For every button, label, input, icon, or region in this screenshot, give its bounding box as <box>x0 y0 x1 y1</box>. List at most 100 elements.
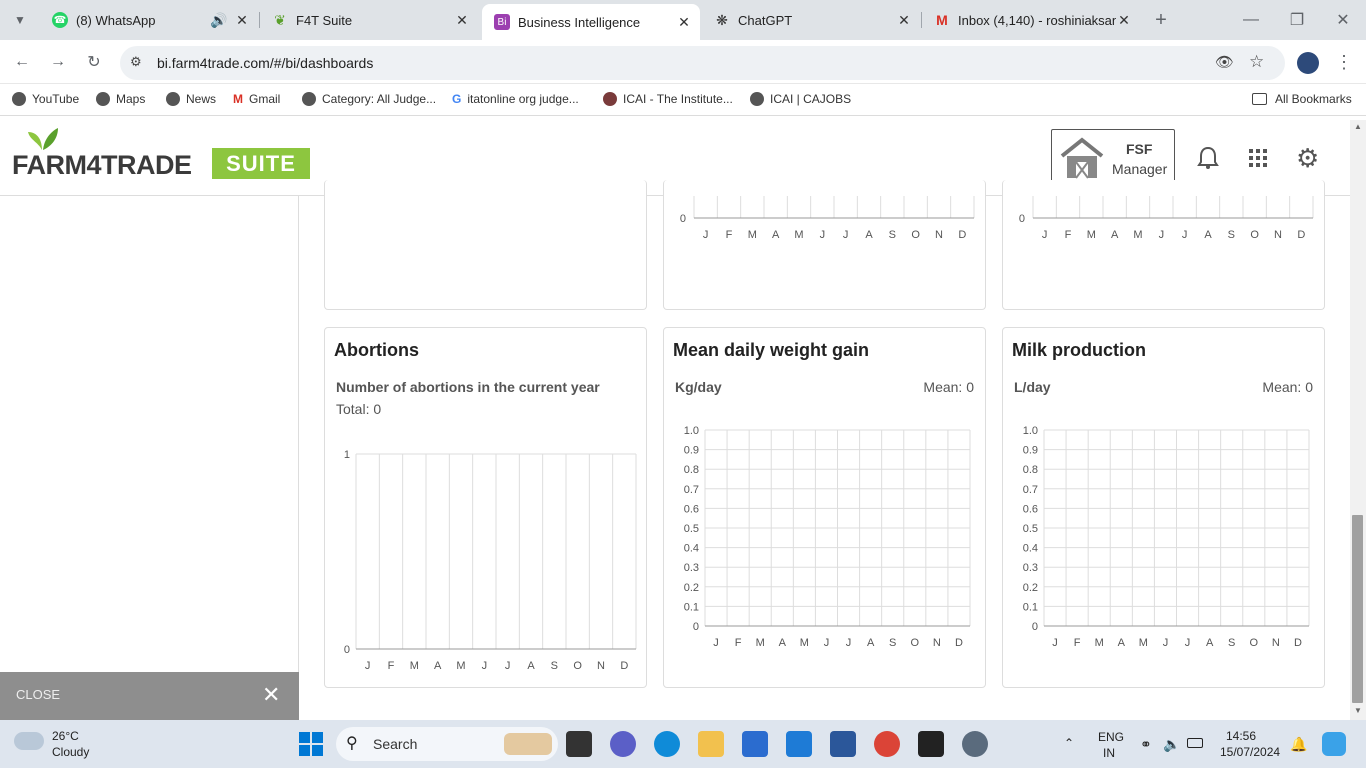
bell-icon[interactable] <box>1197 146 1219 170</box>
eye-off-icon[interactable]: 👁 <box>1215 53 1234 71</box>
x-tick-label: F <box>388 660 395 672</box>
terminal-icon[interactable] <box>918 731 944 757</box>
x-tick-label: J <box>1052 637 1058 649</box>
close-bar[interactable]: CLOSE ✕ <box>0 672 299 720</box>
y-tick-label: 0 <box>680 213 686 225</box>
star-icon[interactable]: ☆ <box>1249 52 1264 72</box>
tab-search-button[interactable]: ▼ <box>8 8 32 32</box>
mute-icon[interactable]: 🔊 <box>210 12 227 29</box>
x-tick-label: F <box>1074 637 1081 649</box>
y-tick-label: 1.0 <box>684 425 699 437</box>
user-farm-selector[interactable]: FSF Manager <box>1051 129 1175 187</box>
taskbar-search[interactable]: ⚲ Search <box>336 727 558 761</box>
close-tab-icon[interactable]: ✕ <box>454 12 470 29</box>
abortions-title: Abortions <box>334 340 419 360</box>
bookmark-youtube[interactable]: YouTube <box>12 92 79 106</box>
scrollbar-thumb[interactable] <box>1352 515 1363 703</box>
globe-icon <box>96 92 110 106</box>
copilot-icon[interactable] <box>1322 732 1346 756</box>
y-tick-label: 0 <box>693 621 699 633</box>
partial-chart-2: 0 J F M A M J J A S O N D <box>680 196 975 241</box>
bookmark-gmail[interactable]: M Gmail <box>233 92 280 106</box>
folder-icon <box>1252 93 1267 105</box>
tab-f4t-suite[interactable]: ❦ F4T Suite ✕ <box>260 4 478 36</box>
tab-chatgpt[interactable]: ❋ ChatGPT ✕ <box>702 4 920 36</box>
store-icon[interactable] <box>742 731 768 757</box>
x-tick-label: J <box>1185 637 1191 649</box>
tray-chevron-icon[interactable]: ⌃ <box>1064 736 1074 750</box>
bookmark-news[interactable]: News <box>166 92 216 106</box>
close-tab-icon[interactable]: ✕ <box>234 12 250 29</box>
edge-icon[interactable] <box>654 731 680 757</box>
mail-icon[interactable] <box>786 731 812 757</box>
close-tab-icon[interactable]: ✕ <box>896 12 912 29</box>
bookmark-itatonline[interactable]: Gitatonline org judge... <box>452 92 579 106</box>
bookmarks-bar: YouTube Maps News M Gmail Category: All J… <box>0 84 1366 116</box>
word-icon[interactable] <box>830 731 856 757</box>
x-tick-label: A <box>1118 637 1126 649</box>
y-tick-label: 0.9 <box>1023 445 1038 457</box>
apps-grid-icon[interactable] <box>1249 149 1267 167</box>
window-close-button[interactable]: ✕ <box>1331 8 1355 32</box>
logo-suite: SUITE <box>212 148 310 179</box>
url-text[interactable]: bi.farm4trade.com/#/bi/dashboards <box>157 55 373 71</box>
bookmark-icai[interactable]: ICAI - The Institute... <box>603 92 733 106</box>
lang-in[interactable]: IN <box>1103 746 1115 760</box>
address-bar[interactable]: ⚙ bi.farm4trade.com/#/bi/dashboards 👁 ☆ <box>120 46 1285 80</box>
forward-button[interactable]: → <box>46 50 70 74</box>
chrome-icon[interactable] <box>874 731 900 757</box>
weather-widget[interactable]: 26°C Cloudy <box>14 728 124 760</box>
all-bookmarks[interactable]: All Bookmarks <box>1252 92 1352 106</box>
task-view-icon[interactable] <box>566 731 592 757</box>
y-tick-label: 0.7 <box>1023 484 1038 496</box>
clock-time[interactable]: 14:56 <box>1226 729 1256 743</box>
close-tab-icon[interactable]: ✕ <box>1116 12 1132 29</box>
x-tick-label: A <box>1111 229 1119 241</box>
wifi-icon[interactable]: ⚭ <box>1140 736 1152 753</box>
abortions-total: Total: 0 <box>336 401 382 417</box>
scroll-up-icon[interactable]: ▲ <box>1354 122 1362 131</box>
notification-icon[interactable]: 🔔 <box>1290 736 1307 753</box>
x-tick-label: J <box>1159 229 1165 241</box>
x-tick-label: N <box>1272 637 1280 649</box>
settings-icon[interactable] <box>962 731 988 757</box>
minimize-button[interactable]: — <box>1239 8 1263 32</box>
restore-button[interactable]: ❐ <box>1285 8 1309 32</box>
milk-production-title: Milk production <box>1012 340 1146 360</box>
farm-house-icon <box>1060 136 1104 180</box>
sidebar <box>0 196 299 720</box>
tab-gmail[interactable]: M Inbox (4,140) - roshiniaksan ✕ <box>922 4 1140 36</box>
gear-icon[interactable]: ⚙ <box>1296 145 1320 171</box>
volume-icon[interactable]: 🔈 <box>1163 736 1180 753</box>
bookmark-cajobs[interactable]: ICAI | CAJOBS <box>750 92 851 106</box>
file-explorer-icon[interactable] <box>698 731 724 757</box>
partial-card-3: 0 J F M A M J J A S O N D <box>1002 180 1325 310</box>
menu-icon[interactable]: ⋮ <box>1332 50 1356 74</box>
teams-icon[interactable] <box>610 731 636 757</box>
x-tick-label: J <box>505 660 511 672</box>
battery-icon[interactable] <box>1187 738 1203 748</box>
scroll-down-icon[interactable]: ▼ <box>1354 706 1362 715</box>
y-tick-label: 0.6 <box>684 503 699 515</box>
x-tick-label: M <box>1087 229 1096 241</box>
close-icon[interactable]: ✕ <box>262 682 280 708</box>
site-info-icon[interactable]: ⚙ <box>130 54 142 70</box>
back-button[interactable]: ← <box>10 50 34 74</box>
clock-date[interactable]: 15/07/2024 <box>1220 745 1280 759</box>
profile-avatar[interactable] <box>1297 52 1319 74</box>
close-tab-icon[interactable]: ✕ <box>676 14 692 31</box>
bookmark-maps[interactable]: Maps <box>96 92 145 106</box>
tab-whatsapp[interactable]: ☎ (8) WhatsApp 🔊 ✕ <box>40 4 258 36</box>
x-tick-label: J <box>824 637 830 649</box>
new-tab-button[interactable]: + <box>1149 8 1173 32</box>
globe-icon <box>302 92 316 106</box>
lang-eng[interactable]: ENG <box>1098 730 1124 744</box>
x-tick-label: M <box>1133 229 1142 241</box>
logo-text: FARM4TRADE <box>12 150 192 180</box>
tab-business-intelligence[interactable]: Bi Business Intelligence ✕ <box>482 4 700 40</box>
reload-button[interactable]: ↻ <box>82 50 106 74</box>
weather-temp: 26°C <box>52 729 79 743</box>
bookmark-category[interactable]: Category: All Judge... <box>302 92 436 106</box>
globe-icon <box>12 92 26 106</box>
start-button[interactable] <box>299 732 323 756</box>
